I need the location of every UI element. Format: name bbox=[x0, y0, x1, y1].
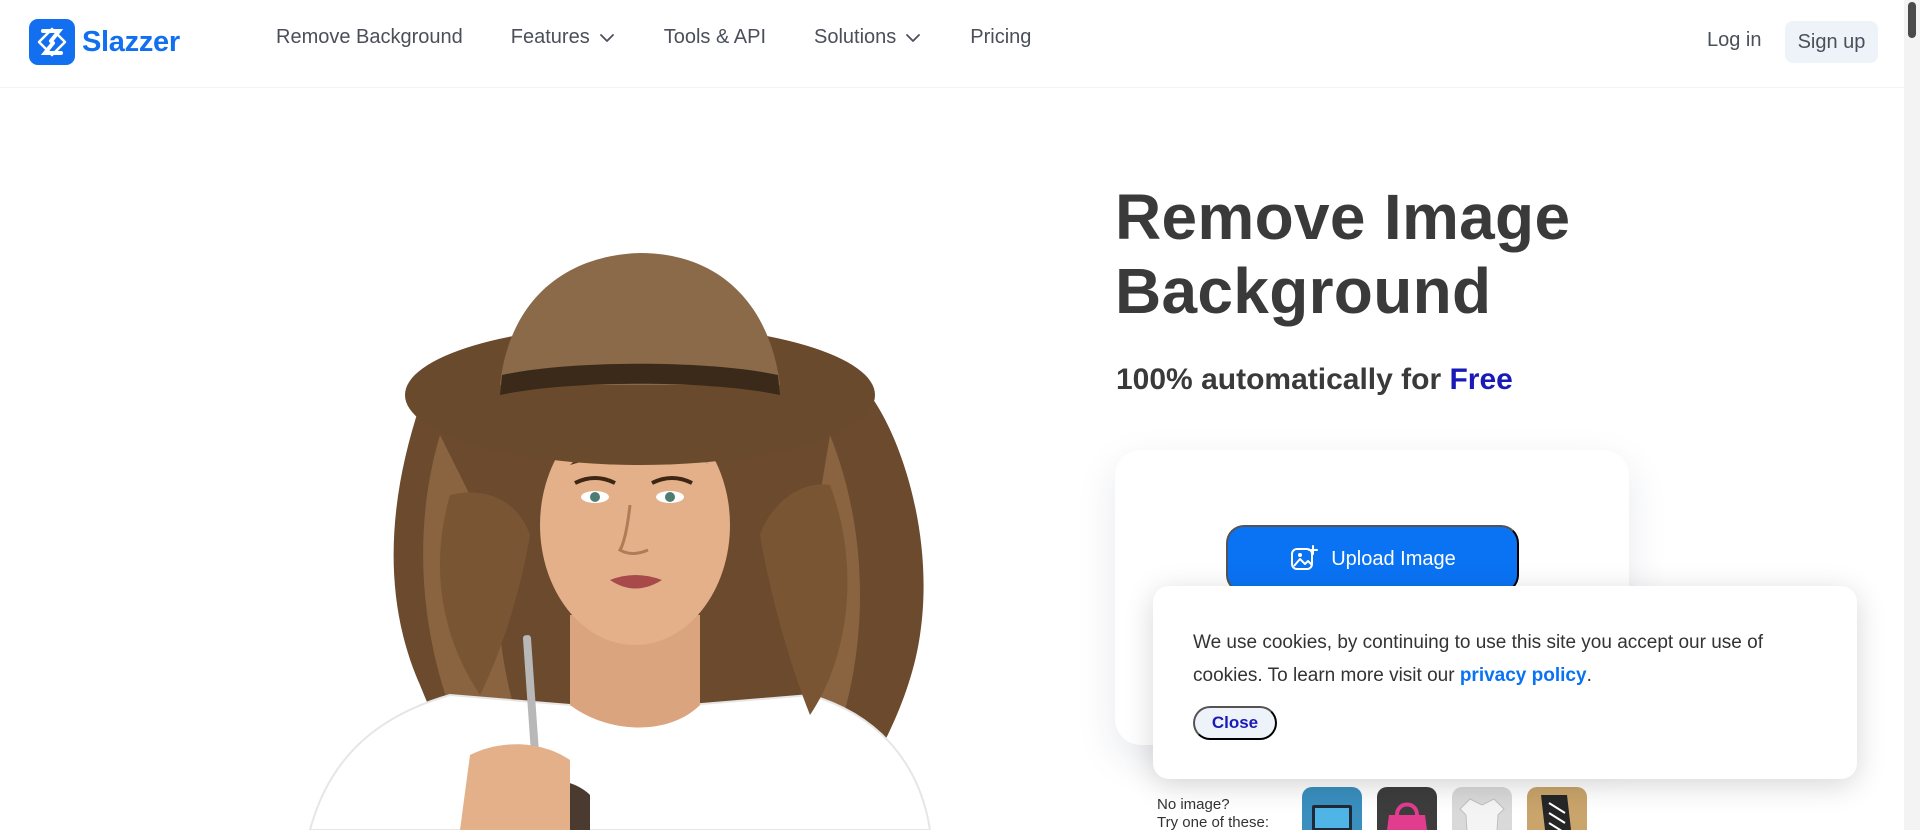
nav-remove-background[interactable]: Remove Background bbox=[276, 26, 463, 49]
hero-title-line2: Background bbox=[1115, 255, 1492, 327]
upload-image-label: Upload Image bbox=[1331, 547, 1456, 570]
page-scrollbar[interactable] bbox=[1904, 0, 1920, 830]
image-upload-icon bbox=[1291, 545, 1319, 570]
hero-title: Remove Image Background bbox=[1115, 180, 1570, 328]
cookie-close-button[interactable]: Close bbox=[1193, 706, 1277, 740]
hero-model-image bbox=[270, 235, 950, 830]
signup-button[interactable]: Sign up bbox=[1785, 21, 1878, 63]
sample-label-line1: No image? bbox=[1157, 796, 1230, 813]
brand-logo[interactable]: Slazzer bbox=[29, 19, 180, 65]
sample-image-laptop[interactable] bbox=[1302, 787, 1362, 830]
sample-image-shirt[interactable] bbox=[1452, 787, 1512, 830]
sample-images-label: No image? Try one of these: bbox=[1157, 796, 1269, 830]
nav-features[interactable]: Features bbox=[511, 26, 616, 49]
sample-label-line2: Try one of these: bbox=[1157, 814, 1270, 830]
scrollbar-thumb[interactable] bbox=[1908, 2, 1916, 38]
nav-tools-api[interactable]: Tools & API bbox=[664, 26, 766, 49]
nav-label: Remove Background bbox=[276, 26, 463, 48]
site-header: Slazzer Remove Background Features Tools… bbox=[0, 0, 1904, 88]
sample-image-handbag[interactable] bbox=[1377, 787, 1437, 830]
nav-label: Tools & API bbox=[663, 26, 766, 48]
nav-label: Pricing bbox=[970, 26, 1032, 48]
hero-subtitle-free: Free bbox=[1449, 363, 1513, 396]
hero-subtitle: 100% automatically for Free bbox=[1116, 363, 1513, 397]
cookie-message: We use cookies, by continuing to use thi… bbox=[1193, 626, 1813, 692]
chevron-down-icon bbox=[906, 33, 921, 42]
slazzer-logo-icon bbox=[29, 19, 75, 65]
hero-title-line1: Remove Image bbox=[1115, 181, 1571, 253]
nav-label: Features bbox=[510, 26, 590, 48]
upload-image-button[interactable]: Upload Image bbox=[1226, 525, 1519, 593]
nav-label: Solutions bbox=[814, 26, 897, 48]
sample-image-sneaker[interactable] bbox=[1527, 787, 1587, 830]
nav-solutions[interactable]: Solutions bbox=[814, 26, 922, 49]
privacy-policy-link[interactable]: privacy policy bbox=[1460, 665, 1587, 686]
chevron-down-icon bbox=[599, 33, 614, 42]
main-nav: Remove Background Features Tools & API S… bbox=[276, 26, 1079, 49]
nav-pricing[interactable]: Pricing bbox=[970, 26, 1031, 49]
page: Slazzer Remove Background Features Tools… bbox=[0, 0, 1920, 830]
login-link[interactable]: Log in bbox=[1707, 29, 1762, 52]
brand-name: Slazzer bbox=[82, 25, 180, 58]
cookie-banner: We use cookies, by continuing to use thi… bbox=[1153, 586, 1857, 779]
hero-subtitle-prefix: 100% automatically for bbox=[1116, 363, 1450, 396]
cookie-period: . bbox=[1586, 665, 1592, 686]
